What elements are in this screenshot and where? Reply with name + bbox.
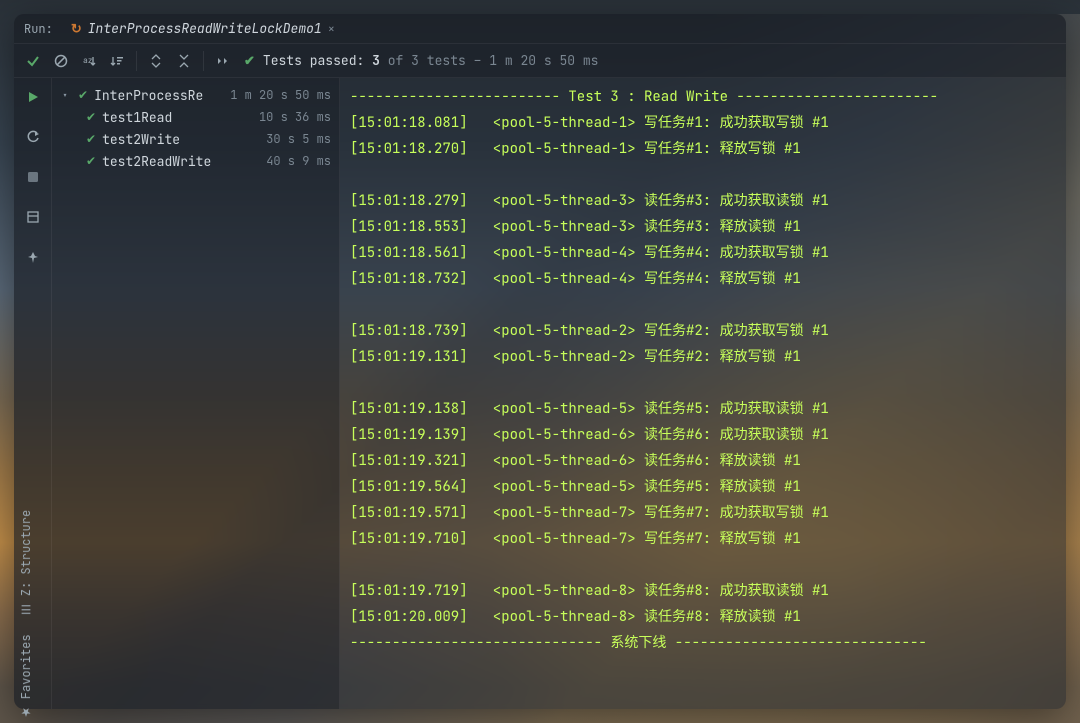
status-check-icon: ✔	[244, 52, 255, 69]
run-config-tab[interactable]: ↻ InterProcessReadWriteLockDemo1 ×	[63, 16, 343, 41]
run-titlebar: Run: ↻ InterProcessReadWriteLockDemo1 ×	[14, 14, 1066, 44]
test-tree-item[interactable]: ✔ test1Read 10 s 36 ms	[52, 106, 339, 128]
test-tree-item[interactable]: ✔ test2ReadWrite 40 s 9 ms	[52, 150, 339, 172]
run-button[interactable]	[20, 84, 46, 110]
toolwindow-structure-tab[interactable]: ☰ Z: Structure	[18, 510, 34, 616]
status-label: Tests passed:	[263, 52, 364, 69]
show-passed-button[interactable]	[20, 48, 46, 74]
test-tree-root[interactable]: ▾ ✔ InterProcessRe 1 m 20 s 50 ms	[52, 84, 339, 106]
test-tree-item[interactable]: ✔ test2Write 30 s 5 ms	[52, 128, 339, 150]
show-ignored-button[interactable]	[48, 48, 74, 74]
console-output[interactable]: ------------------------- Test 3 : Read …	[340, 78, 1066, 709]
test-class-name: InterProcessRe	[94, 87, 224, 104]
separator	[136, 51, 137, 71]
pin-button[interactable]	[20, 244, 46, 270]
console-text: ------------------------- Test 3 : Read …	[350, 84, 1056, 656]
debug-rerun-button[interactable]	[20, 124, 46, 150]
test-method-name: test2Write	[102, 131, 260, 148]
test-pass-icon: ✔	[86, 153, 96, 169]
sort-alpha-button[interactable]: az	[76, 48, 102, 74]
stop-button[interactable]	[20, 164, 46, 190]
test-method-name: test2ReadWrite	[102, 153, 260, 170]
separator	[203, 51, 204, 71]
test-pass-icon: ✔	[78, 87, 88, 103]
collapse-all-button[interactable]	[171, 48, 197, 74]
run-tool-window: Run: ↻ InterProcessReadWriteLockDemo1 × …	[14, 14, 1066, 709]
run-label: Run:	[24, 21, 53, 37]
test-toolbar: az ✔ Tests passed: 3 of 3 tests – 1 m 20…	[14, 44, 1066, 78]
test-method-name: test1Read	[102, 109, 253, 126]
test-method-time: 40 s 9 ms	[266, 153, 331, 169]
total-duration: 1 m 20 s 50 ms	[489, 52, 598, 69]
toolwindow-favorites-tab[interactable]: ★ Favorites	[18, 634, 34, 719]
close-tab-icon[interactable]: ×	[328, 21, 335, 37]
test-method-time: 10 s 36 ms	[259, 109, 331, 125]
test-pass-icon: ✔	[86, 131, 96, 147]
svg-text:az: az	[83, 56, 93, 66]
rerun-icon: ↻	[71, 20, 82, 37]
more-options-button[interactable]	[210, 48, 236, 74]
expand-all-button[interactable]	[143, 48, 169, 74]
sort-duration-button[interactable]	[104, 48, 130, 74]
test-pass-icon: ✔	[86, 109, 96, 125]
test-tree[interactable]: ▾ ✔ InterProcessRe 1 m 20 s 50 ms ✔ test…	[52, 78, 340, 709]
left-toolwindow-tabs: ★ Favorites ☰ Z: Structure	[18, 510, 34, 719]
total-count: 3	[411, 52, 419, 69]
test-status: ✔ Tests passed: 3 of 3 tests – 1 m 20 s …	[244, 52, 598, 69]
chevron-down-icon[interactable]: ▾	[62, 89, 72, 102]
layout-settings-button[interactable]	[20, 204, 46, 230]
passed-count: 3	[372, 52, 380, 69]
run-config-name: InterProcessReadWriteLockDemo1	[88, 20, 322, 37]
test-method-time: 30 s 5 ms	[266, 131, 331, 147]
test-class-time: 1 m 20 s 50 ms	[230, 87, 331, 103]
